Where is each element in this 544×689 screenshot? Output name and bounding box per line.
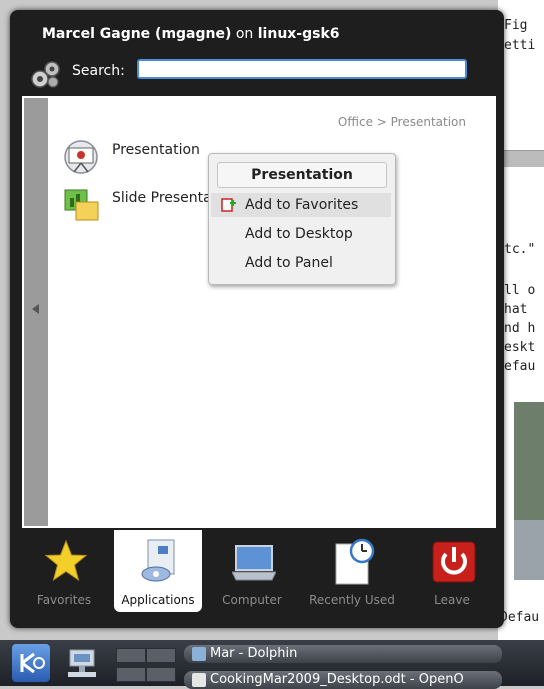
pager-desktop-2[interactable]	[146, 648, 176, 663]
applications-icon	[141, 539, 175, 582]
tab-label: Recently Used	[309, 593, 395, 607]
power-icon	[432, 541, 476, 583]
add-to-panel-item[interactable]: Add to Panel	[211, 251, 391, 275]
pager-desktop-3[interactable]	[116, 667, 146, 682]
slide-presentation-icon	[64, 189, 99, 221]
context-menu: Presentation Add to Favorites Add to Des…	[208, 153, 396, 285]
tab-label: Favorites	[36, 593, 92, 607]
search-input[interactable]	[137, 59, 467, 79]
pager-desktop-1[interactable]	[116, 648, 146, 663]
tab-recently-used[interactable]: Recently Used	[308, 530, 396, 612]
doc-line: hat	[504, 302, 528, 317]
doc-line: Fig	[504, 18, 528, 33]
tab-label: Leave	[434, 593, 470, 607]
presentation-icon	[64, 140, 98, 174]
doc-line: ll o	[504, 283, 536, 298]
star-icon	[44, 539, 88, 582]
left-arrow-icon	[32, 304, 39, 314]
computer-icon	[232, 545, 276, 581]
tab-applications[interactable]: Applications	[114, 530, 202, 612]
tab-leave[interactable]: Leave	[408, 530, 496, 612]
task-dolphin[interactable]: Mar - Dolphin	[184, 645, 502, 663]
item-label: Add to Favorites	[245, 197, 359, 213]
pager-desktop-4[interactable]	[146, 667, 176, 682]
add-to-desktop-item[interactable]: Add to Desktop	[211, 222, 391, 246]
network-icon[interactable]	[64, 646, 100, 680]
background-document: Fig etti tc." ll o hat nd h eskt efau De…	[498, 0, 544, 640]
item-label: Add to Panel	[245, 255, 333, 271]
user-on-text: on	[235, 26, 254, 42]
dolphin-icon	[192, 647, 206, 661]
task-openoffice[interactable]: CookingMar2009_Desktop.odt - OpenO	[184, 671, 502, 689]
app-label: Presentation	[112, 142, 200, 158]
user-header: Marcel Gagne (mgagne) on linux-gsk6	[42, 26, 340, 42]
kde-menu-button[interactable]	[12, 644, 50, 682]
host-name: linux-gsk6	[257, 26, 340, 42]
search-label: Search:	[72, 63, 125, 79]
add-to-favorites-item[interactable]: Add to Favorites	[211, 193, 391, 217]
item-label: Add to Desktop	[245, 226, 353, 242]
doc-line: eskt	[504, 340, 536, 355]
doc-line: efau	[504, 359, 536, 374]
doc-line: etti	[504, 38, 536, 53]
context-menu-title: Presentation	[217, 162, 387, 188]
favorites-icon	[221, 198, 236, 212]
document-icon	[192, 673, 206, 687]
search-icon	[31, 61, 60, 88]
doc-line: tc."	[504, 242, 536, 257]
user-name: Marcel Gagne (mgagne)	[42, 26, 232, 42]
clock-icon	[335, 538, 375, 585]
task-label: Mar - Dolphin	[210, 646, 298, 661]
taskbar: Mar - Dolphin CookingMar2009_Desktop.odt…	[0, 640, 544, 689]
doc-divider	[498, 150, 544, 167]
app-label: Slide Presentat	[112, 190, 218, 206]
doc-image	[514, 520, 544, 580]
breadcrumb[interactable]: Office > Presentation	[338, 115, 466, 129]
kde-logo-icon	[20, 652, 45, 674]
back-button[interactable]	[24, 98, 48, 526]
tab-label: Applications	[121, 593, 195, 607]
tab-label: Computer	[222, 593, 282, 607]
doc-line: Defau	[500, 610, 540, 625]
doc-line: nd h	[504, 321, 536, 336]
tab-favorites[interactable]: Favorites	[20, 530, 108, 612]
task-label: CookingMar2009_Desktop.odt - OpenO	[210, 672, 464, 687]
tab-computer[interactable]: Computer	[208, 530, 296, 612]
